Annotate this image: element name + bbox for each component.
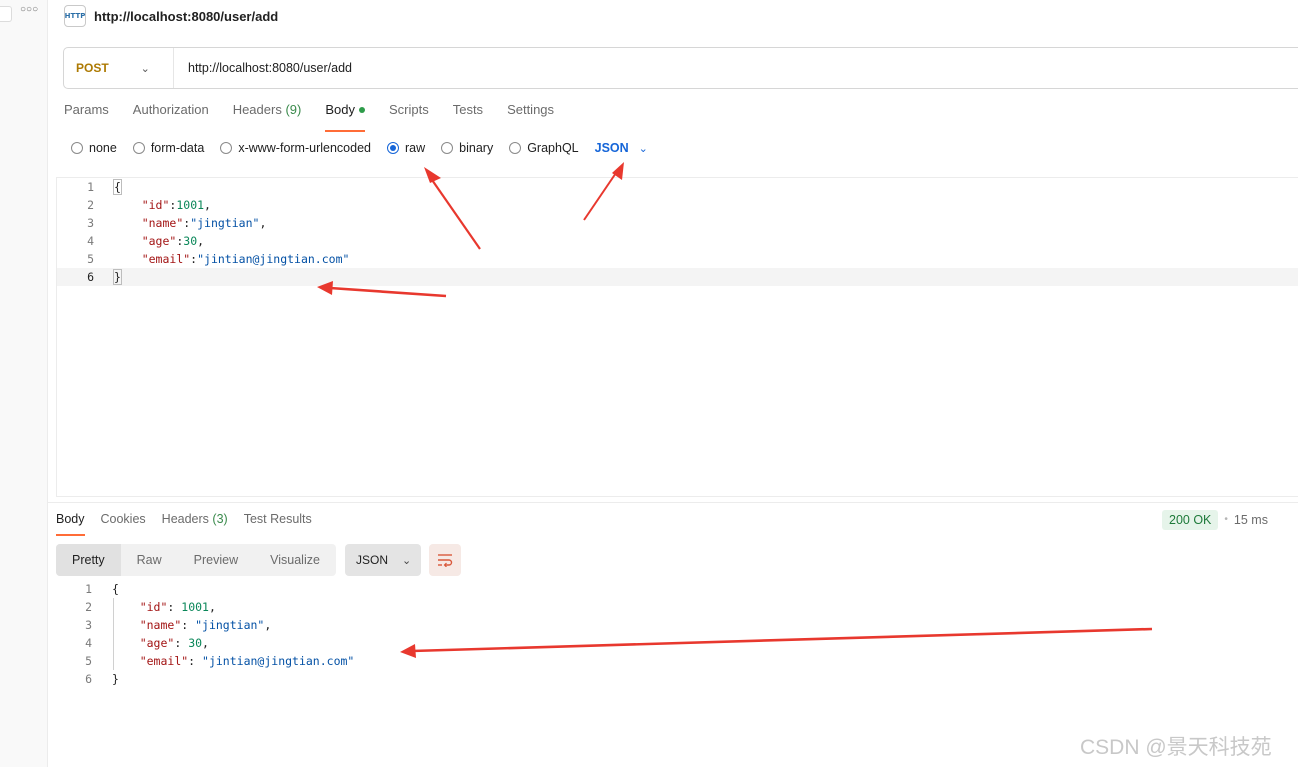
response-body-viewer[interactable]: 1{ 2 "id": 1001, 3 "name": "jingtian", 4… [48, 580, 1298, 700]
radio-icon [132, 142, 145, 154]
tab-params[interactable]: Params [64, 102, 109, 126]
code-line: 2 "id": 1001, [85, 600, 216, 614]
headers-count: (9) [285, 102, 302, 117]
response-format-select[interactable]: JSON ⌄ [345, 544, 421, 576]
left-sidebar-strip: ○○○ [0, 0, 48, 767]
http-icon: HTTP [64, 5, 86, 27]
response-status: 200 OK • 15 ms [1162, 509, 1268, 530]
status-badge[interactable]: 200 OK [1162, 509, 1219, 530]
view-preview[interactable]: Preview [178, 544, 254, 576]
radio-icon [220, 142, 233, 154]
radio-checked-icon [387, 142, 399, 154]
request-body-editor[interactable]: 1{ 2 "id":1001, 3 "name":"jingtian", 4 "… [56, 177, 1298, 497]
tab-body[interactable]: Body [325, 102, 365, 132]
tab-tests[interactable]: Tests [453, 102, 483, 126]
body-mode-graphql[interactable]: GraphQL [509, 141, 579, 155]
response-tab-body[interactable]: Body [56, 512, 85, 536]
separator-dot-icon: • [1224, 514, 1228, 525]
body-mode-binary[interactable]: binary [441, 141, 493, 155]
view-visualize[interactable]: Visualize [254, 544, 336, 576]
chevron-down-icon: ⌄ [638, 142, 648, 155]
response-divider[interactable] [48, 502, 1298, 503]
method-label: POST [76, 61, 109, 75]
response-view-toggle: Pretty Raw Preview Visualize [56, 544, 336, 576]
wrap-lines-button[interactable] [429, 544, 461, 576]
tab-settings[interactable]: Settings [507, 102, 554, 126]
code-line: 5 "email":"jintian@jingtian.com" [87, 252, 350, 266]
response-tab-headers[interactable]: Headers (3) [162, 512, 228, 532]
more-options-icon[interactable]: ○○○ [20, 4, 38, 15]
tab-scripts[interactable]: Scripts [389, 102, 429, 126]
raw-format-select[interactable]: JSON ⌄ [595, 141, 648, 155]
request-title[interactable]: http://localhost:8080/user/add [94, 9, 278, 24]
url-input[interactable]: http://localhost:8080/user/add [174, 61, 352, 75]
code-line: 5 "email": "jintian@jingtian.com" [85, 654, 355, 668]
body-mode-none[interactable]: none [71, 141, 117, 155]
body-active-dot-icon [358, 106, 365, 113]
code-line: 1{ [85, 582, 119, 596]
code-line: 1{ [87, 179, 122, 195]
radio-icon [441, 142, 454, 154]
wrap-lines-icon [438, 554, 453, 567]
radio-icon [509, 142, 522, 154]
code-line: 6} [85, 672, 119, 686]
response-tabs: Body Cookies Headers (3) Test Results [56, 512, 328, 536]
body-mode-options: none form-data x-www-form-urlencoded raw… [71, 140, 648, 156]
view-pretty[interactable]: Pretty [56, 544, 121, 576]
code-line: 3 "name": "jingtian", [85, 618, 272, 632]
tab-authorization[interactable]: Authorization [133, 102, 209, 126]
code-line: 4 "age":30, [87, 234, 205, 248]
code-line: 3 "name":"jingtian", [87, 216, 267, 230]
body-mode-form-data[interactable]: form-data [132, 141, 204, 155]
code-line: 2 "id":1001, [87, 198, 211, 212]
radio-icon [71, 142, 83, 154]
sidebar-collapse-handle[interactable] [0, 6, 12, 22]
tab-headers[interactable]: Headers (9) [233, 102, 302, 126]
response-time[interactable]: 15 ms [1234, 513, 1268, 527]
request-tab-header: HTTP http://localhost:8080/user/add [64, 4, 278, 28]
watermark: CSDN @景天科技苑 [1080, 736, 1272, 759]
response-tab-cookies[interactable]: Cookies [101, 512, 146, 532]
body-mode-raw[interactable]: raw [387, 141, 425, 155]
view-raw[interactable]: Raw [121, 544, 178, 576]
code-line-current: 6} [57, 268, 1298, 286]
chevron-down-icon: ⌄ [402, 554, 412, 567]
body-mode-urlencoded[interactable]: x-www-form-urlencoded [220, 141, 371, 155]
chevron-down-icon: ⌄ [140, 62, 150, 75]
response-tab-test-results[interactable]: Test Results [244, 512, 312, 532]
code-line: 4 "age": 30, [85, 636, 209, 650]
url-bar: POST ⌄ http://localhost:8080/user/add [63, 47, 1298, 89]
request-tabs: Params Authorization Headers (9) Body Sc… [64, 102, 578, 132]
method-select[interactable]: POST ⌄ [64, 48, 174, 88]
